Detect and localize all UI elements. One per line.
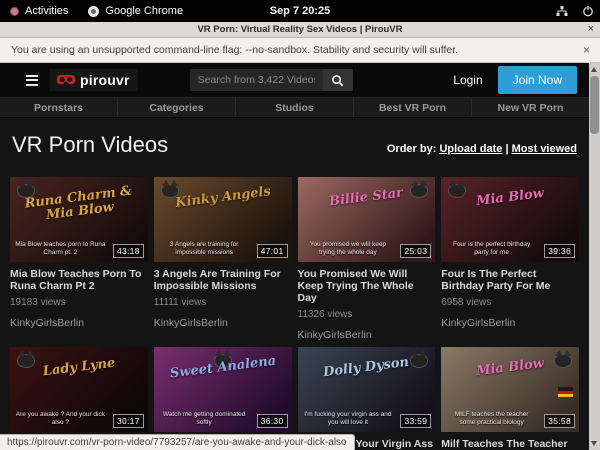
video-thumbnail[interactable]: Lady Lyne Are you awake ? And your dick a… [10,347,148,432]
vr-goggles-icon [56,74,76,86]
thumb-overlay-title: Mia Blow [455,184,566,211]
join-now-button[interactable]: Join Now [498,66,577,94]
thumb-caption: You promised we will keep trying the who… [303,241,394,257]
video-thumbnail[interactable]: Mia Blow MILF teaches the teacher some pr… [441,347,579,432]
nav-tab-new-vr-porn[interactable]: New VR Porn [471,98,589,117]
activities-label: Activities [25,5,68,17]
german-flag-icon [558,387,573,397]
power-icon[interactable] [582,5,594,17]
nav-tab-studios[interactable]: Studios [235,98,353,117]
order-link-upload-date[interactable]: Upload date [439,143,502,155]
thumb-overlay-title: Lady Lyne [23,355,134,382]
scroll-down-arrow-icon[interactable] [591,441,597,446]
thumb-overlay-title: Kinky Angels [167,184,278,211]
duration-badge: 36:30 [257,414,288,428]
video-thumbnail[interactable]: Billie Star You promised we will keep try… [298,177,436,262]
thumb-overlay-title: Mia Blow [455,355,566,382]
nav-tab-best-vr-porn[interactable]: Best VR Porn [353,98,471,117]
video-card[interactable]: Mia Blow Four is the perfect birthday par… [441,177,579,341]
chrome-app-indicator[interactable]: Google Chrome [78,0,193,22]
system-top-bar: Activities Google Chrome Sep 7 20:25 [0,0,600,22]
scrollbar-thumb[interactable] [590,76,599,134]
search-bar [190,69,353,91]
site-nav: Pornstars Categories Studios Best VR Por… [0,97,589,118]
thumb-caption: I'm fucking your virgin ass and you will… [303,411,394,427]
scroll-up-arrow-icon[interactable] [591,67,597,72]
page-heading-row: VR Porn Videos Order by: Upload date | M… [0,118,589,158]
video-thumbnail[interactable]: Dolly Dyson I'm fucking your virgin ass a… [298,347,436,432]
view-count: 11111 views [154,297,292,308]
site-header: pirouvr Login Join Now [0,63,589,97]
search-input[interactable] [190,69,323,91]
duration-badge: 30:17 [113,414,144,428]
thumb-caption: Four is the perfect birthday party for m… [446,241,537,257]
duration-badge: 43:18 [113,244,144,258]
thumb-caption: Watch me getting dominated softly [159,411,250,427]
thumb-caption: 3 Angels are training for impossible mis… [159,241,250,257]
order-by-label: Order by: [387,143,437,155]
nav-tab-pornstars[interactable]: Pornstars [0,98,117,117]
studio-link[interactable]: KinkyGirlsBerlin [154,317,292,329]
video-card[interactable]: Mia Blow MILF teaches the teacher some pr… [441,347,579,450]
page-title: VR Porn Videos [12,132,168,158]
duration-badge: 25:03 [400,244,431,258]
status-bar: https://pirouvr.com/vr-porn-video/779325… [0,434,355,450]
chrome-icon [88,6,99,17]
view-count: 6958 views [441,297,579,308]
order-separator: | [505,143,508,155]
logo-text: pirouvr [80,72,130,88]
infobar-message: You are using an unsupported command-lin… [0,44,458,56]
video-thumbnail[interactable]: Runa Charm & Mia Blow Mia Blow teaches po… [10,177,148,262]
studio-link[interactable]: KinkyGirlsBerlin [441,317,579,329]
activities-dot-icon [10,7,19,16]
studio-link[interactable]: KinkyGirlsBerlin [298,329,436,341]
site-logo[interactable]: pirouvr [50,69,138,91]
video-grid: Runa Charm & Mia Blow Mia Blow teaches po… [0,177,589,450]
video-title[interactable]: 3 Angels Are Training For Impossible Mis… [154,268,292,292]
clock[interactable]: Sep 7 20:25 [270,5,331,17]
video-title[interactable]: Milf Teaches The Teacher Some Practical … [441,438,579,450]
video-card[interactable]: Billie Star You promised we will keep try… [298,177,436,341]
window-close-icon[interactable]: × [588,23,594,35]
video-card[interactable]: Runa Charm & Mia Blow Mia Blow teaches po… [10,177,148,341]
network-icon[interactable] [556,5,568,17]
video-title[interactable]: Four Is The Perfect Birthday Party For M… [441,268,579,292]
thumb-overlay-title: Dolly Dyson [311,355,422,382]
video-title[interactable]: Mia Blow Teaches Porn To Runa Charm Pt 2 [10,268,148,292]
thumb-overlay-title: Runa Charm & Mia Blow [23,184,136,225]
order-link-most-viewed[interactable]: Most viewed [512,143,577,155]
video-title[interactable]: You Promised We Will Keep Trying The Who… [298,268,436,304]
thumb-overlay-title: Billie Star [311,184,422,211]
video-thumbnail[interactable]: Mia Blow Four is the perfect birthday par… [441,177,579,262]
search-button[interactable] [323,69,353,91]
duration-badge: 33:59 [400,414,431,428]
order-by: Order by: Upload date | Most viewed [387,143,577,158]
video-card[interactable]: Kinky Angels 3 Angels are training for im… [154,177,292,341]
nav-tab-categories[interactable]: Categories [117,98,235,117]
duration-badge: 47:01 [257,244,288,258]
video-thumbnail[interactable]: Sweet AnalenaWatch me getting dominated … [154,347,292,432]
studio-link[interactable]: KinkyGirlsBerlin [10,317,148,329]
status-url: https://pirouvr.com/vr-porn-video/779325… [7,437,347,448]
infobar-close-icon[interactable]: × [583,43,590,57]
search-icon [331,74,344,87]
login-link[interactable]: Login [453,73,482,87]
video-thumbnail[interactable]: Kinky Angels 3 Angels are training for im… [154,177,292,262]
thumb-caption: Are you awake ? And your dick also ? [15,411,106,427]
duration-badge: 39:36 [544,244,575,258]
view-count: 11326 views [298,309,436,320]
page-scrollbar[interactable] [589,63,600,450]
window-title: VR Porn: Virtual Reality Sex Videos | Pi… [197,24,402,35]
thumb-caption: Mia Blow teaches porn to Runa Charm pt. … [15,241,106,257]
window-title-bar[interactable]: VR Porn: Virtual Reality Sex Videos | Pi… [0,22,600,38]
chrome-infobar: You are using an unsupported command-lin… [0,38,600,63]
browser-viewport: pirouvr Login Join Now Pornstars [0,63,600,450]
desktop-screen: Activities Google Chrome Sep 7 20:25 VR … [0,0,600,450]
activities-button[interactable]: Activities [0,0,78,22]
hamburger-menu-icon[interactable] [26,75,38,86]
chrome-app-label: Google Chrome [105,5,183,17]
thumb-caption: MILF teaches the teacher some practical … [446,411,537,427]
view-count: 19183 views [10,297,148,308]
duration-badge: 35:58 [544,414,575,428]
